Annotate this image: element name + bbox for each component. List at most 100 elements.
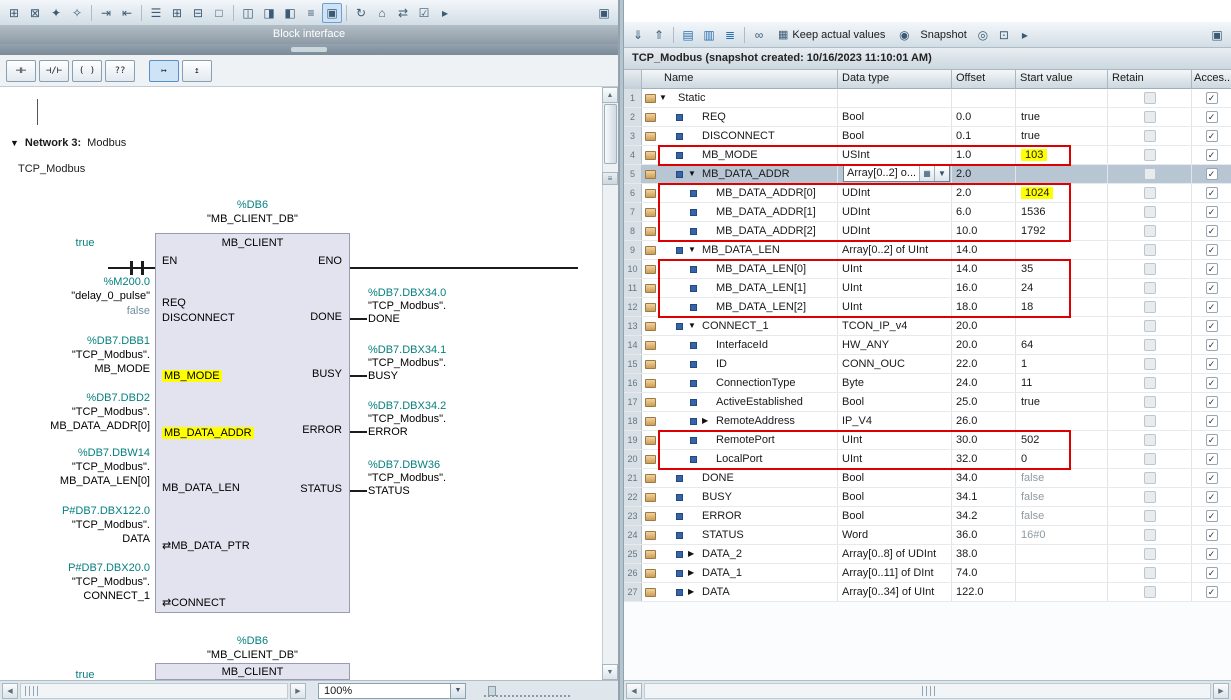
open-branch-icon[interactable]: ↦ [149,60,179,82]
data-type-cell[interactable]: IP_V4 [838,412,952,430]
network-editor-canvas[interactable]: ▼ Network 3: Modbus TCP_Modbus %DB6"MB_C… [0,87,618,680]
db-scroll-left-icon[interactable]: ◀ [626,683,642,699]
chevron-right-icon[interactable]: ▶ [688,564,694,582]
insert-row-icon[interactable]: ⇥ [96,3,116,23]
table-row[interactable]: 17ActiveEstablishedBool25.0true✓ [624,393,1231,412]
scrollbar-thumb[interactable] [604,104,617,164]
table-row[interactable]: 8MB_DATA_ADDR[2]UDInt10.01792✓ [624,222,1231,241]
chevron-down-icon[interactable]: ▼ [688,317,696,335]
retain-checkbox[interactable] [1144,548,1156,560]
name-cell[interactable]: DONE [642,469,838,487]
start-value-cell[interactable]: 64 [1016,336,1108,354]
table-row[interactable]: 4MB_MODEUSInt1.0103✓ [624,146,1231,165]
name-cell[interactable]: ID [642,355,838,373]
table-row[interactable]: 20LocalPortUInt32.00✓ [624,450,1231,469]
table-row[interactable]: 5▼MB_DATA_ADDRArray[0..2] o...▦▼2.0✓ [624,165,1231,184]
output-pin-done[interactable]: DONE [155,311,342,323]
start-value-cell[interactable]: 11 [1016,374,1108,392]
horizontal-scrollbar[interactable] [20,683,288,699]
start-value-cell[interactable]: false [1016,507,1108,525]
data-type-cell[interactable]: TCON_IP_v4 [838,317,952,335]
name-cell[interactable]: ERROR [642,507,838,525]
data-type-cell[interactable]: Array[0..2] o...▦▼ [838,165,952,183]
retain-checkbox[interactable] [1144,149,1156,161]
retain-checkbox[interactable] [1144,301,1156,313]
zoom-slider-handle[interactable] [488,686,496,696]
data-type-cell[interactable]: Array[0..11] of DInt [838,564,952,582]
start-value-cell[interactable] [1016,545,1108,563]
accessible-checkbox[interactable]: ✓ [1206,339,1218,351]
table-row[interactable]: 3DISCONNECTBool0.1true✓ [624,127,1231,146]
data-type-cell[interactable]: UDInt [838,203,952,221]
data-type-cell[interactable]: Bool [838,108,952,126]
data-type-cell[interactable] [838,89,952,107]
table-row[interactable]: 11MB_DATA_LEN[1]UInt16.024✓ [624,279,1231,298]
scroll-right-icon[interactable]: ▶ [290,683,306,699]
rp-toolbar-overflow-icon[interactable]: ▸ [1015,25,1035,45]
data-type-cell[interactable]: UDInt [838,222,952,240]
start-value-cell[interactable]: 1 [1016,355,1108,373]
name-cell[interactable]: ▼Static [642,89,838,107]
table-row[interactable]: 23ERRORBool34.2false✓ [624,507,1231,526]
chevron-down-icon[interactable]: ▼ [688,165,696,183]
insert-operand-icon[interactable]: ◧ [280,3,300,23]
load-start-values-icon[interactable]: ⊡ [994,25,1014,45]
go-to-definition-icon[interactable]: ↻ [351,3,371,23]
retain-checkbox[interactable] [1144,434,1156,446]
table-row[interactable]: 10MB_DATA_LEN[0]UInt14.035✓ [624,260,1231,279]
retain-checkbox[interactable] [1144,187,1156,199]
db-hscroll-grip[interactable] [922,686,938,696]
cross-reference-icon[interactable]: ⇄ [393,3,413,23]
call-structure-icon[interactable]: ⌂ [372,3,392,23]
retain-checkbox[interactable] [1144,92,1156,104]
name-cell[interactable]: MB_DATA_LEN[0] [642,260,838,278]
scrollbar-split-grip[interactable]: ≡ [602,172,618,185]
accessible-checkbox[interactable]: ✓ [1206,187,1218,199]
name-cell[interactable]: BUSY [642,488,838,506]
retain-checkbox[interactable] [1144,491,1156,503]
retain-checkbox[interactable] [1144,225,1156,237]
db-scroll-right-icon[interactable]: ▶ [1213,683,1229,699]
start-value-cell[interactable] [1016,241,1108,259]
start-value-cell[interactable]: true [1016,393,1108,411]
scroll-up-icon[interactable]: ▲ [602,87,618,103]
accessible-checkbox[interactable]: ✓ [1206,320,1218,332]
retain-checkbox[interactable] [1144,472,1156,484]
accessible-checkbox[interactable]: ✓ [1206,130,1218,142]
chevron-right-icon[interactable]: ▶ [702,412,708,430]
copy-snapshot-to-start-icon[interactable]: ◎ [973,25,993,45]
align-networks-icon[interactable]: ☰ [146,3,166,23]
column-header[interactable]: Name [642,70,838,89]
insert-box-icon[interactable]: ◫ [238,3,258,23]
accessible-checkbox[interactable]: ✓ [1206,168,1218,180]
data-type-cell[interactable]: Array[0..34] of UInt [838,583,952,601]
data-layout-icon[interactable]: ≣ [720,25,740,45]
expand-all-networks-icon[interactable]: ⊞ [167,3,187,23]
data-type-cell[interactable]: Bool [838,507,952,525]
table-row[interactable]: 15IDCONN_OUC22.01✓ [624,355,1231,374]
data-type-cell[interactable]: UInt [838,450,952,468]
name-cell[interactable]: LocalPort [642,450,838,468]
accessible-checkbox[interactable]: ✓ [1206,149,1218,161]
table-row[interactable]: 7MB_DATA_ADDR[1]UDInt6.01536✓ [624,203,1231,222]
column-header[interactable]: Start value [1016,70,1108,89]
retain-checkbox[interactable] [1144,358,1156,370]
start-value-cell[interactable]: true [1016,127,1108,145]
coil-icon[interactable]: ( ) [72,60,102,82]
output-pin-status[interactable]: STATUS [155,483,342,495]
data-type-cell[interactable]: CONN_OUC [838,355,952,373]
db-horizontal-scrollbar[interactable] [644,683,1211,699]
accessible-checkbox[interactable]: ✓ [1206,206,1218,218]
accessible-checkbox[interactable]: ✓ [1206,586,1218,598]
retain-checkbox[interactable] [1144,396,1156,408]
retain-checkbox[interactable] [1144,168,1156,180]
retain-checkbox[interactable] [1144,320,1156,332]
data-type-cell[interactable]: Bool [838,393,952,411]
retain-checkbox[interactable] [1144,206,1156,218]
data-type-cell[interactable]: Array[0..2] of UInt [838,241,952,259]
accessible-checkbox[interactable]: ✓ [1206,358,1218,370]
maximize-db-editor-icon[interactable]: ▣ [1207,25,1227,45]
accessible-checkbox[interactable]: ✓ [1206,111,1218,123]
start-value-cell[interactable] [1016,412,1108,430]
data-type-cell[interactable]: Bool [838,469,952,487]
